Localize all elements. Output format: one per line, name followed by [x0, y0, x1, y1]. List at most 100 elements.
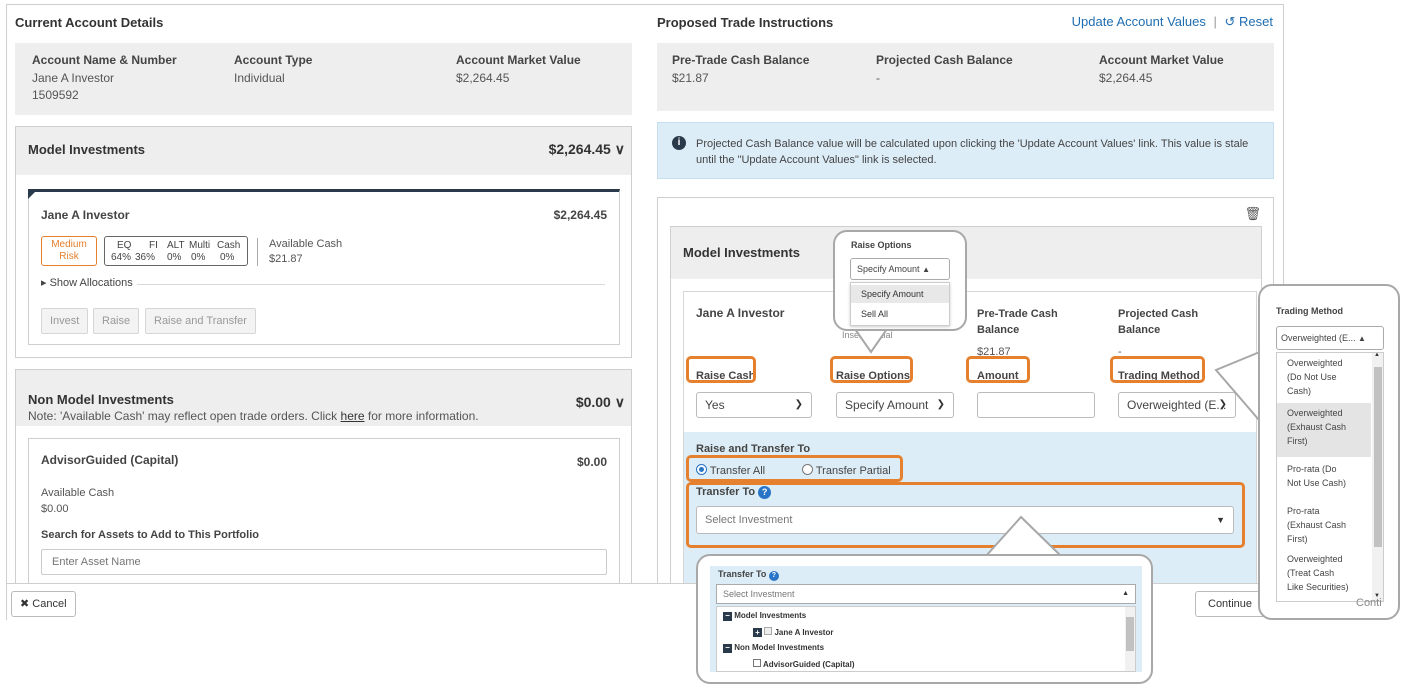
non-model-investments-panel: Non Model Investments Note: 'Available C…: [15, 369, 632, 586]
projected-cash-value: -: [876, 71, 880, 85]
model-investments-amount: $2,264.45 ∨: [549, 141, 625, 158]
proposed-summary: Pre-Trade Cash Balance $21.87 Projected …: [657, 43, 1274, 111]
projected-cash-label: Projected Cash Balance: [876, 53, 1013, 67]
asset-search-input[interactable]: [41, 549, 607, 575]
checkbox-icon[interactable]: [753, 659, 761, 667]
non-model-card-amount: $0.00: [576, 455, 607, 469]
tree-group-nonmodel[interactable]: − Non Model Investments: [723, 643, 824, 653]
trading-option-2[interactable]: Overweighted (Exhaust Cash First): [1277, 403, 1371, 457]
proposed-title: Proposed Trade Instructions: [657, 15, 834, 30]
pretrade-cash-label: Pre-Trade Cash Balance: [672, 53, 810, 67]
trading-method-select[interactable]: Overweighted (E... ❯: [1118, 392, 1236, 418]
chevron-up-icon: ▲: [922, 265, 930, 274]
note-here-link[interactable]: here: [341, 409, 365, 423]
current-account-title: Current Account Details: [15, 15, 164, 30]
scroll-up-arrow-icon[interactable]: ▲: [1374, 353, 1380, 358]
card-amount: $2,264.45: [553, 208, 607, 222]
trading-method-value: Overweighted (E...: [1127, 398, 1227, 412]
proposed-pretrade-label: Pre-Trade Cash Balance: [977, 306, 1058, 338]
proposed-model-title: Model Investments: [683, 245, 801, 260]
amount-input[interactable]: [977, 392, 1095, 418]
separator: |: [1213, 14, 1217, 29]
cut-off-continue-text: Conti: [1356, 597, 1382, 609]
callout-trading-value: Overweighted (E...: [1281, 333, 1356, 343]
expand-icon[interactable]: +: [753, 628, 762, 637]
divider-line: [137, 284, 605, 285]
trash-icon[interactable]: 🗑: [1244, 206, 1261, 222]
tree-scrollbar[interactable]: [1125, 607, 1135, 671]
tree-group-nonmodel-label: Non Model Investments: [734, 643, 825, 652]
model-investments-title: Model Investments: [28, 142, 146, 157]
trading-option-5-line: Overweighted: [1287, 554, 1343, 564]
raise-button[interactable]: Raise: [93, 308, 140, 334]
card-corner-marker: [28, 189, 38, 199]
model-investments-header[interactable]: Model Investments $2,264.45 ∨: [16, 127, 631, 175]
model-investments-panel: Model Investments $2,264.45 ∨ Jane A Inv…: [15, 126, 632, 358]
alloc-value-cash: 0%: [220, 252, 235, 263]
market-value-value: $2,264.45: [456, 71, 510, 85]
show-allocations-toggle[interactable]: ▸ Show Allocations: [41, 276, 133, 289]
callout-transfer-panel: Transfer To ? Select Investment ▲ − Model…: [710, 566, 1142, 672]
undo-icon: ↺: [1224, 14, 1236, 29]
raise-cash-select[interactable]: Yes ❯: [696, 392, 812, 418]
alloc-header-cash: Cash: [217, 240, 241, 251]
scrollbar-thumb[interactable]: [1126, 617, 1134, 651]
update-account-values-link[interactable]: Update Account Values: [1072, 14, 1206, 29]
account-type-value: Individual: [234, 71, 285, 85]
help-icon[interactable]: ?: [768, 571, 779, 581]
callout-raise-menu: Specify Amount Sell All: [850, 282, 950, 326]
tree-item-advisorguided[interactable]: AdvisorGuided (Capital): [753, 659, 855, 669]
raise-options-select[interactable]: Specify Amount ❯: [836, 392, 954, 418]
non-model-avail-label: Available Cash: [41, 487, 115, 499]
model-amount-text: $2,264.45: [548, 141, 611, 157]
trading-option-4[interactable]: Pro-rata (Exhaust Cash First): [1277, 503, 1371, 547]
scrollbar-thumb[interactable]: [1374, 367, 1382, 547]
note-text-end: for more information.: [364, 409, 479, 423]
raise-option-sell-all[interactable]: Sell All: [851, 305, 949, 323]
collapse-icon[interactable]: −: [723, 644, 732, 653]
callout-raise-select[interactable]: Specify Amount ▲: [850, 258, 950, 280]
trading-scrollbar[interactable]: ▲ ▼: [1372, 353, 1383, 601]
raise-option-specify-amount[interactable]: Specify Amount: [851, 285, 949, 303]
show-allocations-label: Show Allocations: [49, 277, 133, 289]
trading-option-3[interactable]: Pro-rata (Do Not Use Cash): [1277, 461, 1371, 491]
chevron-down-icon[interactable]: ∨: [615, 394, 625, 410]
cancel-label: Cancel: [32, 598, 67, 610]
cancel-x-icon: ✖: [20, 598, 30, 610]
chevron-down-icon[interactable]: ∨: [615, 141, 625, 157]
callout-transfer-tree: − Model Investments + Jane A Investor − …: [716, 606, 1136, 672]
trading-option-3-line: Not Use Cash): [1287, 478, 1347, 488]
alloc-header-multi: Multi: [189, 240, 211, 251]
trading-option-5-line: (Treat Cash: [1287, 568, 1335, 578]
account-type-label: Account Type: [234, 53, 313, 67]
tree-group-model[interactable]: − Model Investments: [723, 611, 806, 621]
reset-label: Reset: [1239, 14, 1273, 29]
reset-link[interactable]: ↺ Reset: [1225, 14, 1274, 29]
allocation-box: EQ FI ALT Multi Cash 64% 36% 0% 0% 0%: [104, 236, 248, 266]
checkbox-icon[interactable]: [764, 627, 773, 635]
pretrade-label-2: Balance: [977, 324, 1020, 336]
trading-option-2-line: (Exhaust Cash: [1287, 422, 1347, 432]
invest-button[interactable]: Invest: [41, 308, 89, 334]
market-value-label: Account Market Value: [456, 53, 581, 67]
alloc-header-eq: EQ: [117, 240, 132, 251]
raise-transfer-title: Raise and Transfer To: [696, 443, 811, 455]
callout-raise-label: Raise Options: [851, 240, 912, 250]
collapse-icon[interactable]: −: [723, 612, 732, 621]
header-actions: Update Account Values | ↺ Reset: [1072, 14, 1273, 30]
trading-option-1-line: Overweighted: [1287, 358, 1343, 368]
raise-and-transfer-button[interactable]: Raise and Transfer: [145, 308, 256, 334]
non-model-header[interactable]: Non Model Investments Note: 'Available C…: [16, 370, 631, 426]
highlight-raise-cash: [686, 356, 756, 383]
note-text: Note: 'Available Cash' may reflect open …: [28, 409, 341, 423]
trading-option-1-line: Cash): [1287, 386, 1312, 396]
callout-transfer-placeholder: Select Investment: [723, 589, 795, 599]
cancel-button[interactable]: ✖ Cancel: [11, 591, 76, 617]
tree-item-jane[interactable]: + Jane A Investor: [753, 627, 833, 637]
alloc-value-fi: 36%: [135, 252, 156, 263]
callout-transfer-select[interactable]: Select Investment ▲: [716, 584, 1136, 604]
proposed-projected-label: Projected Cash Balance: [1118, 306, 1198, 338]
trading-option-5[interactable]: Overweighted (Treat Cash Like Securities): [1277, 551, 1371, 595]
callout-trading-select[interactable]: Overweighted (E... ▲: [1276, 326, 1384, 350]
trading-option-1[interactable]: Overweighted (Do Not Use Cash): [1277, 355, 1371, 399]
